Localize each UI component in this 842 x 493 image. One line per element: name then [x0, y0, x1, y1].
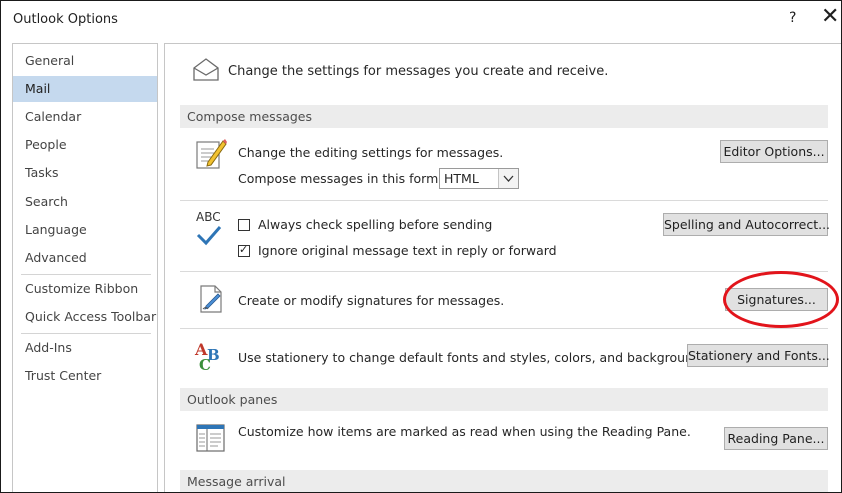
checkmark-icon: ✓	[239, 243, 249, 256]
sidebar-item-general[interactable]: General	[13, 48, 157, 74]
compose-format-value: HTML	[444, 171, 479, 186]
ignore-original-text-label[interactable]: Ignore original message text in reply or…	[258, 243, 557, 258]
sidebar-divider	[21, 274, 151, 275]
reading-pane-text: Customize how items are marked as read w…	[238, 424, 691, 439]
spelling-abc-label: ABC	[196, 210, 221, 224]
section-outlook-panes: Outlook panes	[180, 388, 828, 411]
sidebar-item-customize-ribbon[interactable]: Customize Ribbon	[13, 276, 157, 302]
editor-options-button[interactable]: Editor Options...	[720, 140, 828, 163]
outlook-options-window: Outlook Options ? ✕ General Mail Calenda…	[0, 0, 842, 493]
reading-pane-button[interactable]: Reading Pane...	[724, 427, 828, 450]
window-title: Outlook Options	[13, 12, 118, 27]
sidebar-item-calendar[interactable]: Calendar	[13, 104, 157, 130]
spelling-autocorrect-button[interactable]: Spelling and Autocorrect...	[663, 213, 830, 236]
close-button[interactable]: ✕	[821, 6, 839, 28]
signatures-button[interactable]: Signatures...	[725, 288, 828, 311]
svg-text:C: C	[199, 356, 211, 372]
edit-settings-icon	[196, 139, 227, 169]
signatures-text: Create or modify signatures for messages…	[238, 293, 505, 308]
envelope-icon	[193, 58, 219, 81]
help-button[interactable]: ?	[789, 10, 796, 26]
signature-icon	[200, 285, 222, 313]
reading-pane-icon	[196, 424, 225, 452]
always-check-spelling-checkbox[interactable]	[238, 219, 250, 231]
sidebar-item-language[interactable]: Language	[13, 217, 157, 243]
row-divider	[180, 328, 828, 329]
intro-text: Change the settings for messages you cre…	[228, 64, 609, 79]
sidebar-divider	[21, 333, 151, 334]
sidebar-item-advanced[interactable]: Advanced	[13, 245, 157, 271]
sidebar-item-quick-access-toolbar[interactable]: Quick Access Toolbar	[13, 304, 157, 330]
sidebar-item-mail[interactable]: Mail	[13, 76, 157, 102]
row-divider	[180, 271, 828, 272]
sidebar-item-trust-center[interactable]: Trust Center	[13, 363, 157, 389]
section-compose-messages: Compose messages	[180, 105, 828, 128]
sidebar-item-people[interactable]: People	[13, 132, 157, 158]
sidebar-item-tasks[interactable]: Tasks	[13, 160, 157, 186]
stationery-text: Use stationery to change default fonts a…	[238, 350, 712, 365]
options-sidebar: General Mail Calendar People Tasks Searc…	[12, 43, 158, 492]
always-check-spelling-label[interactable]: Always check spelling before sending	[258, 217, 492, 232]
chevron-down-icon[interactable]	[498, 169, 518, 188]
editing-settings-text: Change the editing settings for messages…	[238, 145, 504, 160]
stationery-fonts-button[interactable]: Stationery and Fonts...	[687, 344, 830, 367]
row-divider	[180, 200, 828, 201]
sidebar-item-add-ins[interactable]: Add-Ins	[13, 335, 157, 361]
ignore-original-text-checkbox[interactable]: ✓	[238, 243, 250, 257]
title-bar: Outlook Options ? ✕	[1, 1, 841, 39]
compose-format-select[interactable]: HTML	[439, 168, 519, 189]
section-message-arrival: Message arrival	[180, 470, 828, 492]
spelling-check-icon	[196, 226, 222, 246]
compose-format-label: Compose messages in this format:	[238, 171, 456, 186]
stationery-icon: A B C	[194, 340, 220, 372]
mail-options-panel: Change the settings for messages you cre…	[164, 43, 841, 492]
sidebar-item-search[interactable]: Search	[13, 189, 157, 215]
